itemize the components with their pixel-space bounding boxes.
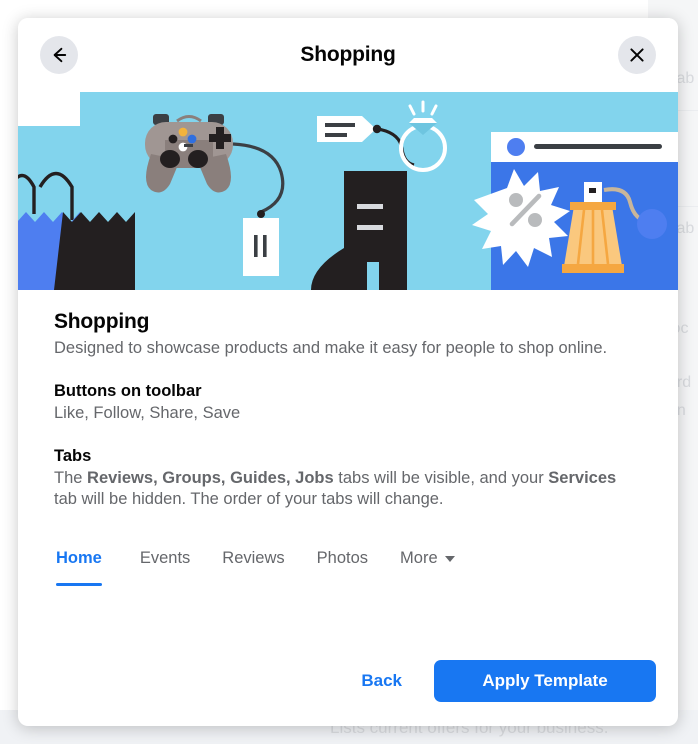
tabs-heading: Tabs (54, 446, 92, 465)
close-icon (627, 45, 647, 65)
tab-label: Home (56, 549, 102, 568)
toolbar-heading: Buttons on toolbar (54, 381, 202, 400)
tab-more[interactable]: More (384, 539, 471, 586)
dialog-footer: Back Apply Template (18, 650, 678, 726)
template-detail-dialog: Shopping Shopping Designed to showcase p… (18, 18, 678, 726)
tabs-description-part-3: Services (548, 468, 617, 487)
tabs-description-part-1: Reviews, Groups, Guides, Jobs (87, 468, 334, 487)
back-button[interactable] (40, 36, 78, 74)
tab-events[interactable]: Events (124, 539, 206, 586)
apply-template-button[interactable]: Apply Template (434, 660, 656, 702)
tabs-description-part-2: tabs will be visible, and your (333, 468, 549, 487)
chevron-down-icon (444, 555, 455, 562)
dialog-header: Shopping (18, 18, 678, 92)
tab-label: Reviews (222, 549, 285, 568)
toolbar-buttons-list: Like, Follow, Share, Save (54, 403, 241, 422)
tabs-description: The Reviews, Groups, Guides, Jobs tabs w… (54, 468, 642, 512)
content-title: Shopping (54, 310, 150, 333)
tab-label: More (400, 549, 438, 568)
arrow-left-icon (49, 45, 69, 65)
back-link[interactable]: Back (355, 663, 408, 699)
content-description: Designed to showcase products and make i… (54, 339, 608, 357)
dialog-body: Shopping Designed to showcase products a… (18, 290, 678, 650)
tab-reviews[interactable]: Reviews (206, 539, 300, 586)
avatar-dot-icon (507, 138, 525, 156)
tab-home[interactable]: Home (56, 539, 124, 587)
tab-label: Photos (316, 549, 369, 568)
dialog-title: Shopping (300, 43, 396, 66)
price-tag-icon (243, 218, 279, 276)
tab-preview-strip: Home Events Reviews Photos More (54, 539, 642, 587)
close-button[interactable] (618, 36, 656, 74)
tab-label: Events (139, 549, 191, 568)
tabs-description-part-0: The (54, 468, 88, 487)
tab-photos[interactable]: Photos (301, 539, 384, 586)
tabs-description-part-4: tab will be hidden. The order of your ta… (54, 490, 444, 509)
hero-illustration (18, 92, 678, 290)
